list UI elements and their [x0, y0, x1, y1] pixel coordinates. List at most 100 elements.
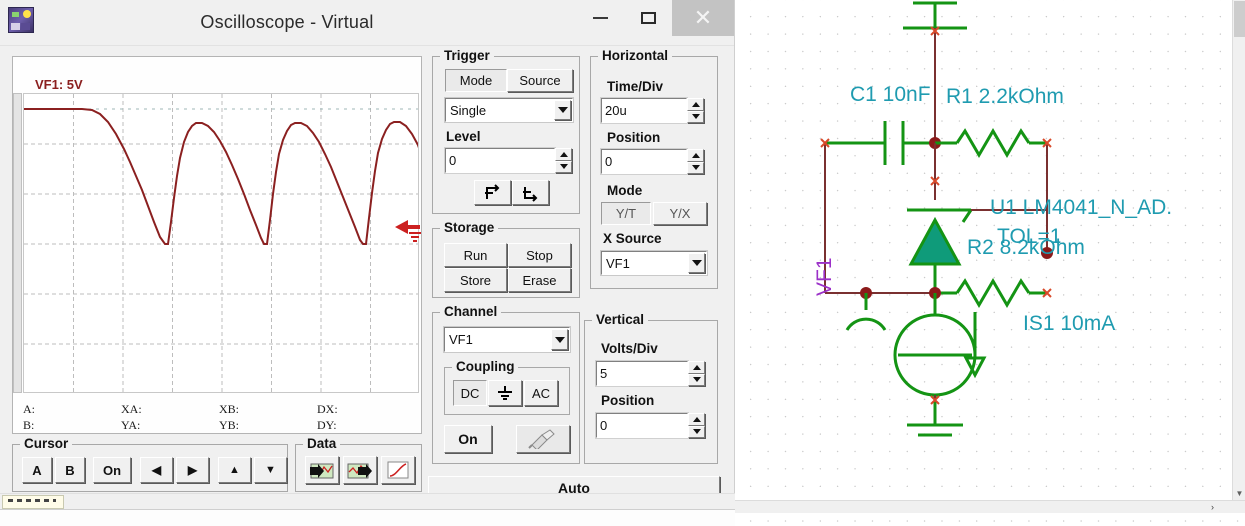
oscilloscope-window: Oscilloscope - Virtual ✕ VF1: 5V A: XA: …: [0, 0, 735, 510]
vertical-position-input[interactable]: 0: [595, 412, 689, 439]
data-save-button[interactable]: [343, 456, 377, 484]
minimize-button[interactable]: [576, 0, 624, 36]
trigger-level-spinner[interactable]: [555, 148, 572, 173]
rising-edge-icon: [484, 183, 499, 199]
timediv-spinner[interactable]: [687, 98, 704, 123]
minimize-icon: [592, 17, 608, 19]
vertical-position-rail[interactable]: [13, 93, 22, 393]
spinner-up-icon[interactable]: [687, 98, 704, 111]
spinner-down-icon[interactable]: [555, 160, 572, 173]
channel-panel: Channel VF1 Coupling DC AC On: [432, 304, 580, 464]
trigger-rising-edge-button[interactable]: [474, 180, 511, 205]
falling-edge-icon: [522, 186, 537, 202]
voltsdiv-label: Volts/Div: [601, 341, 658, 356]
waveform-plot-area[interactable]: [23, 93, 419, 393]
schematic-label-vf1[interactable]: VF1: [813, 257, 837, 296]
cursor-next-button[interactable]: ▶: [176, 457, 209, 483]
cursor-panel-title: Cursor: [20, 436, 73, 451]
channel-select-dropdown[interactable]: VF1: [443, 326, 571, 353]
cursor-dx-label: DX:: [317, 402, 338, 416]
scrollbar-thumb[interactable]: [1234, 1, 1245, 37]
coupling-ac-button[interactable]: AC: [524, 380, 558, 406]
schematic-vertical-scrollbar[interactable]: ▲ ▼: [1232, 0, 1245, 500]
storage-panel: Storage Run Stop Store Erase: [432, 220, 580, 298]
horizontal-position-label: Position: [607, 130, 661, 145]
chevron-down-icon[interactable]: [554, 100, 571, 120]
close-icon: ✕: [693, 5, 713, 30]
storage-erase-button[interactable]: Erase: [508, 268, 571, 292]
taskbar-tab-stub[interactable]: [2, 495, 64, 509]
horizontal-position-spinner[interactable]: [687, 149, 704, 174]
cursor-readout-row-1: A: XA: XB: DX:: [23, 402, 415, 418]
trigger-tab-mode[interactable]: Mode: [445, 69, 507, 92]
spinner-up-icon[interactable]: [555, 148, 572, 161]
channel-on-button[interactable]: On: [444, 425, 492, 453]
storage-stop-button[interactable]: Stop: [508, 243, 571, 267]
horizontal-mode-yx-button[interactable]: Y/X: [653, 202, 707, 225]
schematic-horizontal-scrollbar[interactable]: ›: [735, 500, 1245, 513]
horizontal-mode-yt-button[interactable]: Y/T: [601, 202, 651, 225]
data-load-button[interactable]: [305, 456, 339, 484]
cursor-down-button[interactable]: ▼: [254, 457, 287, 483]
vertical-position-spinner[interactable]: [688, 413, 705, 438]
schematic-label-r2[interactable]: R2 8.2kOhm: [967, 236, 1085, 260]
scroll-down-icon[interactable]: ▼: [1233, 487, 1245, 500]
cursor-readout-row-2: B: YA: YB: DY:: [23, 418, 415, 434]
scope-screen[interactable]: VF1: 5V A: XA: XB: DX: B: YA: YB: DY:: [12, 56, 422, 434]
trigger-falling-edge-button[interactable]: [512, 180, 549, 205]
spinner-down-icon[interactable]: [688, 425, 705, 438]
voltsdiv-spinner[interactable]: [688, 361, 705, 386]
cursor-a-button[interactable]: A: [22, 457, 52, 483]
save-data-icon: [347, 463, 372, 479]
spinner-down-icon[interactable]: [687, 161, 704, 174]
spinner-up-icon[interactable]: [687, 149, 704, 162]
data-panel-title: Data: [303, 436, 341, 451]
schematic-canvas[interactable]: C1 10nF R1 2.2kOhm U1 LM4041_N_AD. TOL=1…: [735, 0, 1245, 526]
trigger-mode-dropdown[interactable]: Single: [444, 97, 574, 123]
cursor-readout: A: XA: XB: DX: B: YA: YB: DY:: [23, 402, 415, 434]
schematic-label-r1[interactable]: R1 2.2kOhm: [946, 85, 1064, 109]
storage-store-button[interactable]: Store: [444, 268, 507, 292]
timediv-input[interactable]: 20u: [600, 97, 688, 124]
xsource-label: X Source: [603, 231, 662, 246]
data-plot-button[interactable]: [381, 456, 415, 484]
cursor-xa-label: XA:: [121, 402, 142, 416]
probe-icon: [528, 429, 555, 449]
maximize-icon: [640, 12, 656, 24]
chevron-down-icon[interactable]: [551, 329, 568, 350]
horizontal-position-input[interactable]: 0: [600, 148, 688, 175]
coupling-gnd-button[interactable]: [488, 380, 522, 406]
vertical-position-label: Position: [601, 393, 655, 408]
schematic-label-u1[interactable]: U1 LM4041_N_AD.: [990, 196, 1172, 220]
spinner-down-icon[interactable]: [687, 110, 704, 123]
voltsdiv-input[interactable]: 5: [595, 360, 689, 387]
chevron-down-icon[interactable]: [688, 253, 705, 273]
coupling-dc-button[interactable]: DC: [453, 380, 487, 406]
maximize-button[interactable]: [624, 0, 672, 36]
data-panel: Data: [295, 436, 422, 492]
cursor-b-button[interactable]: B: [55, 457, 85, 483]
cursor-on-button[interactable]: On: [93, 457, 131, 483]
load-data-icon: [310, 463, 334, 479]
channel-readout-label: VF1: 5V: [35, 77, 83, 92]
cursor-prev-button[interactable]: ◀: [140, 457, 173, 483]
trigger-tab-source[interactable]: Source: [507, 69, 573, 92]
storage-run-button[interactable]: Run: [444, 243, 507, 267]
scroll-right-icon[interactable]: ›: [1206, 501, 1219, 514]
spinner-down-icon[interactable]: [688, 373, 705, 386]
trigger-level-marker-icon: [395, 220, 421, 242]
schematic-label-c1[interactable]: C1 10nF: [850, 83, 931, 107]
window-title-bar[interactable]: Oscilloscope - Virtual ✕: [0, 0, 734, 46]
spinner-up-icon[interactable]: [688, 413, 705, 426]
spinner-up-icon[interactable]: [688, 361, 705, 374]
cursor-up-button[interactable]: ▲: [218, 457, 251, 483]
status-bar: [0, 493, 735, 509]
horizontal-panel-title: Horizontal: [598, 48, 672, 63]
xsource-dropdown[interactable]: VF1: [600, 250, 708, 276]
vertical-panel-title: Vertical: [592, 312, 649, 327]
schematic-label-is1[interactable]: IS1 10mA: [1023, 312, 1115, 336]
coupling-panel-title: Coupling: [452, 359, 519, 374]
close-button[interactable]: ✕: [672, 0, 734, 36]
trigger-level-input[interactable]: 0: [444, 147, 556, 174]
channel-probe-button[interactable]: [516, 425, 570, 453]
